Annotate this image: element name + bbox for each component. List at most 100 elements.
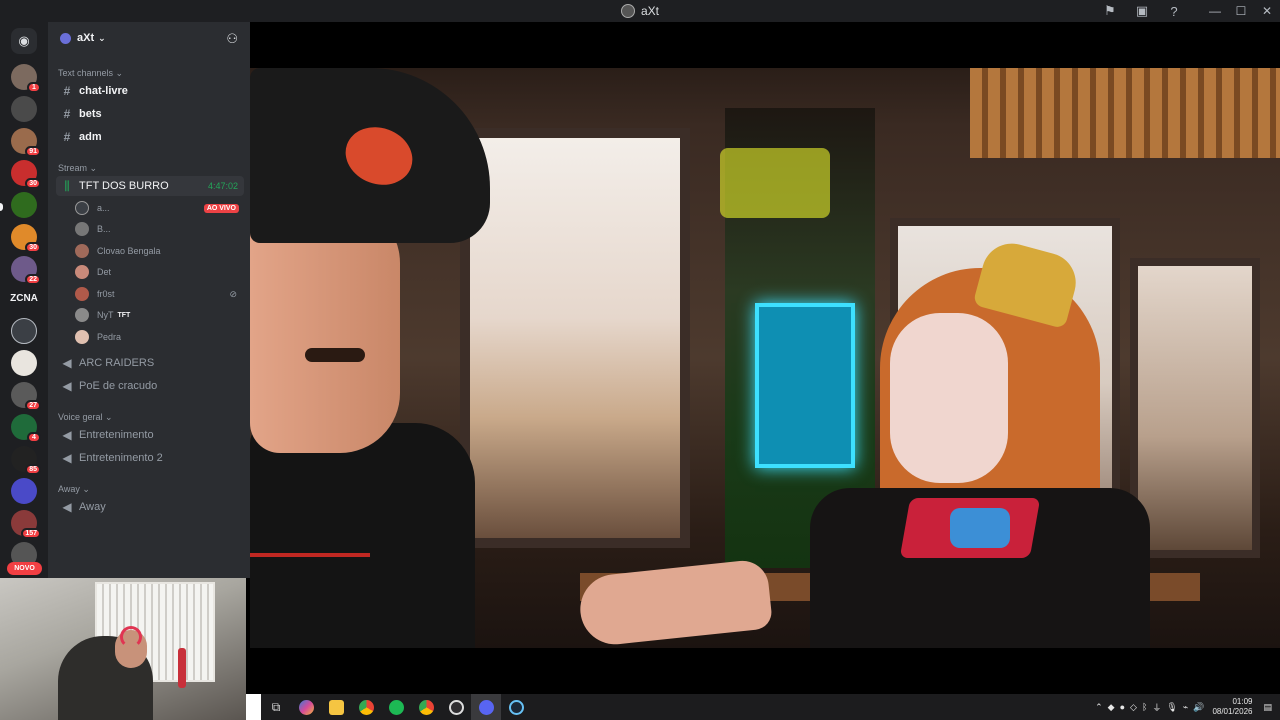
live-badge: AO VIVO	[203, 203, 239, 213]
server-icon[interactable]	[11, 192, 37, 218]
server-icon[interactable]: 30	[11, 224, 41, 253]
task-view-icon[interactable]: ⧉	[261, 694, 291, 720]
unread-badge: 4	[27, 432, 41, 443]
avatar	[75, 308, 89, 322]
stream-video[interactable]	[250, 68, 1280, 648]
video-person-mustache	[305, 348, 365, 362]
voice-user[interactable]: Det	[75, 262, 243, 282]
spotify-icon[interactable]	[381, 694, 411, 720]
microphone-icon	[178, 648, 186, 688]
clock[interactable]: 01:09 08/01/2026	[1212, 697, 1252, 717]
server-zcna-label[interactable]: ZCNA	[8, 293, 40, 304]
server-icon[interactable]: 4	[11, 414, 41, 443]
server-axt-icon[interactable]	[11, 318, 37, 344]
avatar	[75, 201, 89, 215]
server-icon[interactable]: 30	[11, 160, 41, 189]
maximize-button[interactable]: ☐	[1228, 0, 1254, 22]
voice-user[interactable]: fr0st ⊘	[75, 284, 243, 304]
new-badge[interactable]: NOVO	[7, 562, 42, 575]
chevron-down-icon: ⌄	[98, 32, 106, 43]
server-icon[interactable]: 157	[11, 510, 41, 539]
unread-badge: 30	[25, 178, 41, 189]
server-rail: ◉ 1 91 30 30 22 ZCNA 27 4 85 157 NOVO	[0, 22, 48, 578]
voice-channel-entretenimento[interactable]: ◀ Entretenimento	[56, 425, 244, 445]
copilot-icon[interactable]	[291, 694, 321, 720]
help-icon[interactable]: ?	[1162, 0, 1186, 22]
avatar	[75, 222, 89, 236]
obs-icon[interactable]	[441, 694, 471, 720]
file-explorer-icon[interactable]	[321, 694, 351, 720]
muted-icon: ⊘	[229, 288, 237, 299]
category-stream[interactable]: Stream ⌄	[58, 163, 97, 174]
video-person-body	[250, 423, 475, 648]
discord-taskbar-icon[interactable]	[471, 694, 501, 720]
minimize-button[interactable]: —	[1202, 0, 1228, 22]
server-icon[interactable]	[11, 96, 37, 122]
category-away[interactable]: Away ⌄	[58, 484, 90, 495]
voice-user[interactable]: a... AO VIVO	[75, 198, 243, 218]
close-button[interactable]: ✕	[1254, 0, 1280, 22]
activity-tag: TFT	[117, 311, 131, 319]
stream-viewer[interactable]	[250, 22, 1280, 694]
voice-active-icon: ⫼	[64, 178, 70, 193]
channel-sidebar: aXt ⌄ ⚇ Text channels ⌄ # chat-livre # bet…	[48, 22, 250, 578]
server-icon[interactable]: 91	[11, 128, 41, 157]
video-deck	[970, 68, 1280, 158]
steam-icon[interactable]	[501, 694, 531, 720]
server-icon[interactable]: 22	[11, 256, 41, 285]
voice-channel-tft-dos-burro[interactable]: ⫼ TFT DOS BURRO 4:47:02	[56, 176, 244, 196]
video-window	[1130, 258, 1260, 558]
discord-home-icon[interactable]: ◉	[11, 28, 37, 54]
webcam-overlay	[0, 578, 246, 720]
window-title: aXt	[640, 4, 659, 18]
clock-date: 08/01/2026	[1212, 707, 1253, 716]
screen-share-icon[interactable]: ▣	[1130, 0, 1154, 22]
unread-badge: 22	[25, 274, 41, 285]
voice-channel-poe[interactable]: ◀ PoE de cracudo	[56, 376, 244, 396]
voice-user[interactable]: Clovao Bengala	[75, 241, 243, 261]
category-text-channels[interactable]: Text channels ⌄	[58, 68, 123, 79]
server-icon[interactable]	[11, 478, 37, 504]
avatar	[75, 244, 89, 258]
tray-app-icon[interactable]: ◇	[1130, 702, 1137, 713]
clock-time: 01:09	[1232, 697, 1253, 706]
notification-icon[interactable]: ▤	[1263, 702, 1272, 713]
voice-user[interactable]: Pedra	[75, 327, 243, 347]
usb-icon[interactable]: ⏚	[1152, 701, 1161, 714]
channel-adm[interactable]: # adm	[56, 127, 244, 147]
server-header[interactable]: aXt ⌄	[48, 22, 250, 54]
network-icon[interactable]: ⌁	[1183, 702, 1188, 713]
channel-chat-livre[interactable]: # chat-livre	[56, 81, 244, 101]
server-icon[interactable]	[11, 350, 37, 376]
chrome-profile-icon[interactable]	[411, 694, 441, 720]
voice-channel-away[interactable]: ◀ Away	[56, 497, 244, 517]
inbox-icon[interactable]: ⚑	[1098, 0, 1122, 22]
bluetooth-icon[interactable]: ᛒ	[1142, 702, 1147, 712]
channel-bets[interactable]: # bets	[56, 104, 244, 124]
voice-user[interactable]: NyT TFT	[75, 305, 243, 325]
server-icon[interactable]: 27	[11, 382, 41, 411]
voice-channel-entretenimento-2[interactable]: ◀ Entretenimento 2	[56, 448, 244, 468]
category-voice-geral[interactable]: Voice geral ⌄	[58, 412, 113, 423]
tray-app-icon[interactable]: ◆	[1108, 702, 1115, 713]
chrome-icon[interactable]	[351, 694, 381, 720]
microphone-icon[interactable]: 🎙	[1166, 702, 1177, 713]
add-member-icon[interactable]: ⚇	[226, 31, 238, 47]
volume-icon[interactable]: 🔊	[1193, 702, 1204, 713]
hash-icon: #	[63, 84, 71, 98]
avatar	[75, 265, 89, 279]
server-badge-icon	[60, 32, 71, 44]
server-icon[interactable]: 85	[11, 446, 41, 475]
hash-icon: #	[63, 107, 71, 121]
tray-app-icon[interactable]: ●	[1120, 702, 1125, 712]
window-title-group: aXt	[620, 4, 659, 18]
chevron-up-icon[interactable]: ⌃	[1095, 702, 1103, 713]
video-person-face	[890, 313, 1008, 483]
voice-user[interactable]: B...	[75, 219, 243, 239]
server-icon[interactable]: 1	[11, 64, 41, 93]
voice-channel-arc-raiders[interactable]: ◀ ARC RAIDERS	[56, 353, 244, 373]
speaker-icon: ◀	[62, 379, 72, 393]
server-name: aXt	[77, 32, 95, 44]
speaker-icon: ◀	[62, 500, 72, 514]
channel-timer: 4:47:02	[207, 181, 238, 191]
